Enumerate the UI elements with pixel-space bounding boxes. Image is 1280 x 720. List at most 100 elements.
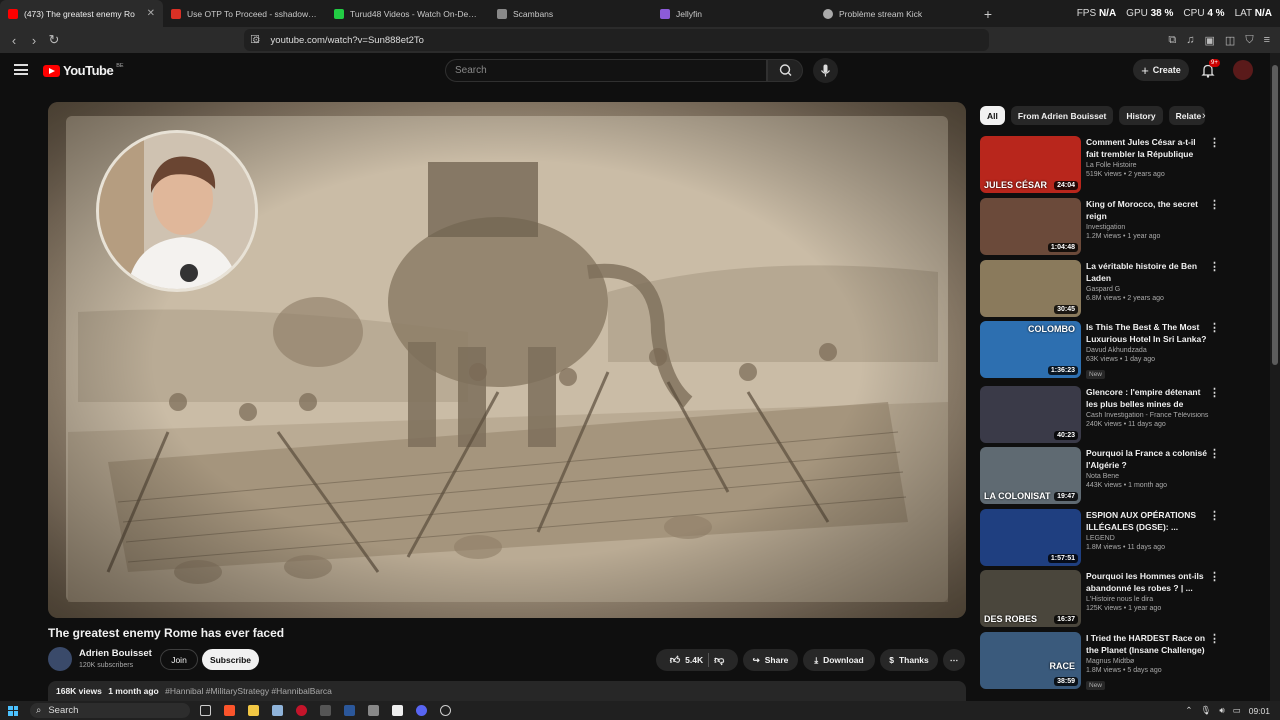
recommendation-item[interactable]: 1:57:51 ESPION AUX OPÉRATIONS ILLÉGALES … <box>980 509 1222 567</box>
share-button[interactable]: ↪ Share <box>743 649 798 671</box>
wallet-icon[interactable]: ◫ <box>1225 34 1235 47</box>
more-vert-icon[interactable]: ⋮ <box>1209 260 1220 273</box>
rec-channel[interactable]: Magnus Midtbø <box>1086 658 1210 665</box>
media-icon[interactable]: ♫ <box>1186 34 1194 46</box>
new-tab-button[interactable]: + <box>978 6 998 22</box>
menu-icon[interactable] <box>14 64 28 75</box>
recommendation-item[interactable]: JULES CÉSAR 24:04 Comment Jules César a-… <box>980 136 1222 194</box>
rec-title[interactable]: ESPION AUX OPÉRATIONS ILLÉGALES (DGSE): … <box>1086 509 1210 533</box>
more-vert-icon[interactable]: ⋮ <box>1209 632 1220 645</box>
rec-title[interactable]: Is This The Best & The Most Luxurious Ho… <box>1086 321 1210 345</box>
video-thumbnail[interactable]: DES ROBES 16:37 <box>980 570 1081 627</box>
subscribe-button[interactable]: Subscribe <box>202 649 259 670</box>
create-button[interactable]: + Create <box>1133 59 1189 81</box>
recommendation-item[interactable]: RACE 38:59 I Tried the HARDEST Race on t… <box>980 632 1222 690</box>
word-icon[interactable] <box>344 705 355 716</box>
settings-icon[interactable] <box>440 705 451 716</box>
page-scrollbar[interactable] <box>1270 53 1280 701</box>
chip-all[interactable]: All <box>980 106 1005 125</box>
network-icon[interactable]: ▭ <box>1233 705 1241 716</box>
browser-tab[interactable]: Jellyfin <box>652 0 815 27</box>
search-button[interactable] <box>767 59 803 82</box>
rec-channel[interactable]: Investigation <box>1086 224 1210 231</box>
rec-channel[interactable]: Nota Bene <box>1086 473 1210 480</box>
search-input[interactable]: Search <box>445 59 767 82</box>
video-thumbnail[interactable]: 40:23 <box>980 386 1081 443</box>
video-thumbnail[interactable]: LA COLONISAT 19:47 <box>980 447 1081 504</box>
video-thumbnail[interactable]: 30:45 <box>980 260 1081 317</box>
chevron-up-icon[interactable]: ⌃ <box>1185 705 1192 716</box>
channel-avatar[interactable] <box>48 647 72 671</box>
channel-name[interactable]: Adrien Bouisset <box>79 648 152 659</box>
video-thumbnail[interactable]: JULES CÉSAR 24:04 <box>980 136 1081 193</box>
browser-tab[interactable]: Use OTP To Proceed - sshadowmimo <box>163 0 326 27</box>
sidebar-icon[interactable]: ▣ <box>1205 34 1215 47</box>
close-tab-icon[interactable]: ✕ <box>147 8 155 19</box>
thumbs-down-icon[interactable]: 👎︎ <box>714 654 724 666</box>
voice-search-button[interactable] <box>813 58 838 83</box>
scrollbar-thumb[interactable] <box>1272 65 1278 365</box>
more-vert-icon[interactable]: ⋮ <box>1209 136 1220 149</box>
rec-channel[interactable]: Gaspard G <box>1086 286 1210 293</box>
youtube-logo[interactable]: YouTube BE <box>43 63 124 78</box>
rec-title[interactable]: King of Morocco, the secret reign <box>1086 198 1210 222</box>
volume-icon[interactable]: 🔊︎ <box>1219 705 1224 716</box>
account-avatar[interactable] <box>1233 60 1253 80</box>
more-vert-icon[interactable]: ⋮ <box>1209 570 1220 583</box>
opera-icon[interactable] <box>296 705 307 716</box>
extension-icon[interactable]: ⧉ <box>1168 34 1176 47</box>
more-vert-icon[interactable]: ⋮ <box>1209 447 1220 460</box>
file-explorer-icon[interactable] <box>248 705 259 716</box>
rec-channel[interactable]: L'Histoire nous le dira <box>1086 596 1210 603</box>
thanks-button[interactable]: $ Thanks <box>880 649 938 671</box>
recommendation-item[interactable]: 30:45 La véritable histoire de Ben Laden… <box>980 260 1222 318</box>
recommendation-item[interactable]: LA COLONISAT 19:47 Pourquoi la France a … <box>980 447 1222 505</box>
rec-title[interactable]: Pourquoi les Hommes ont-ils abandonné le… <box>1086 570 1210 594</box>
more-actions-button[interactable]: ⋯ <box>943 649 965 671</box>
video-thumbnail[interactable]: RACE 38:59 <box>980 632 1081 689</box>
recommendation-item[interactable]: COLOMBO 1:36:23 Is This The Best & The M… <box>980 321 1222 379</box>
video-thumbnail[interactable]: 1:04:48 <box>980 198 1081 255</box>
taskbar-search[interactable]: ⌕ Search <box>30 703 190 718</box>
chip-related[interactable]: Relate <box>1168 106 1205 125</box>
rec-title[interactable]: La véritable histoire de Ben Laden <box>1086 260 1210 284</box>
browser-tab[interactable]: Turud48 Videos - Watch On-Demand <box>326 0 489 27</box>
download-button[interactable]: ⤓ Download <box>803 649 875 671</box>
app-icon[interactable] <box>368 705 379 716</box>
discord-icon[interactable] <box>416 705 427 716</box>
paint-icon[interactable] <box>392 705 403 716</box>
shield-icon[interactable]: ⛉ <box>1245 34 1253 47</box>
rec-title[interactable]: Glencore : l'empire détenant les plus be… <box>1086 386 1210 410</box>
recommendation-item[interactable]: 40:23 Glencore : l'empire détenant les p… <box>980 386 1222 444</box>
more-vert-icon[interactable]: ⋮ <box>1209 321 1220 334</box>
video-thumbnail[interactable]: COLOMBO 1:36:23 <box>980 321 1081 378</box>
address-bar[interactable]: ⚙ youtube.com/watch?v=Sun888et2To <box>244 29 989 51</box>
recommendation-item[interactable]: 1:04:48 King of Morocco, the secret reig… <box>980 198 1222 256</box>
more-vert-icon[interactable]: ⋮ <box>1209 386 1220 399</box>
more-vert-icon[interactable]: ⋮ <box>1209 198 1220 211</box>
video-thumbnail[interactable]: 1:57:51 <box>980 509 1081 566</box>
video-player[interactable] <box>48 102 966 618</box>
bookmark-icon[interactable]: ☐ <box>250 33 260 46</box>
rec-title[interactable]: Comment Jules César a-t-il fait trembler… <box>1086 136 1210 160</box>
reload-icon[interactable]: ↻ <box>44 32 64 48</box>
clock-time[interactable]: 09:01 <box>1249 706 1270 716</box>
recommendation-item[interactable]: DES ROBES 16:37 Pourquoi les Hommes ont-… <box>980 570 1222 628</box>
forward-icon[interactable]: › <box>24 33 44 48</box>
rec-channel[interactable]: Cash Investigation - France Télévisions <box>1086 412 1210 419</box>
more-vert-icon[interactable]: ⋮ <box>1209 509 1220 522</box>
browser-tab[interactable]: Problème stream Kick <box>815 0 978 27</box>
join-button[interactable]: Join <box>160 649 198 670</box>
back-icon[interactable]: ‹ <box>4 33 24 48</box>
notepad-icon[interactable] <box>272 705 283 716</box>
chip-history[interactable]: History <box>1119 106 1163 125</box>
rec-title[interactable]: Pourquoi la France a colonisé l'Algérie … <box>1086 447 1210 471</box>
chevron-right-icon[interactable]: › <box>1202 110 1206 122</box>
brave-browser-icon[interactable] <box>224 705 235 716</box>
microphone-icon[interactable]: 🎙︎ <box>1201 705 1212 716</box>
app-icon[interactable] <box>320 705 331 716</box>
rec-title[interactable]: I Tried the HARDEST Race on the Planet (… <box>1086 632 1210 656</box>
rec-channel[interactable]: La Folle Histoire <box>1086 162 1210 169</box>
browser-tab[interactable]: Scambans <box>489 0 652 27</box>
chip-from-channel[interactable]: From Adrien Bouisset <box>1010 106 1114 125</box>
